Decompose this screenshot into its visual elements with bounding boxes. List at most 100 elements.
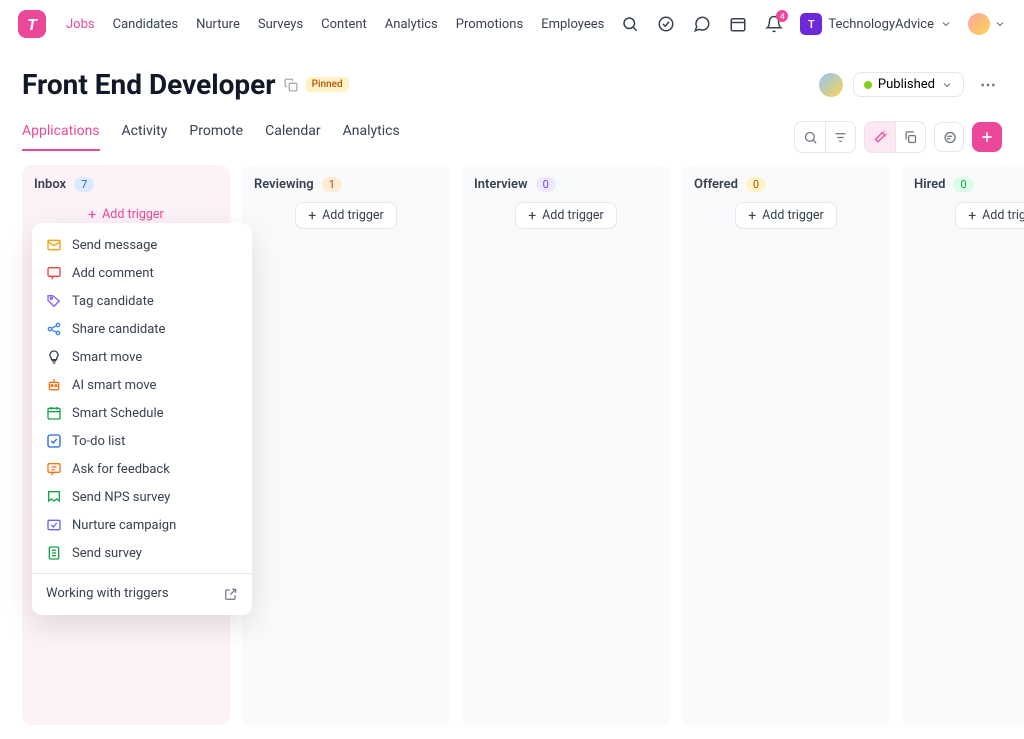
robot-icon xyxy=(46,377,62,393)
trigger-option-send-nps-survey[interactable]: Send NPS survey xyxy=(32,483,252,511)
add-trigger-button[interactable]: +Add trigger xyxy=(735,202,837,229)
tool-group-mid xyxy=(864,121,926,153)
nav-link-promotions[interactable]: Promotions xyxy=(456,17,523,32)
trigger-option-label: Tag candidate xyxy=(72,294,154,309)
add-trigger-button[interactable]: + Add trigger xyxy=(955,202,1024,229)
filter-button[interactable] xyxy=(825,122,855,152)
notifications-icon[interactable]: 4 xyxy=(764,14,784,34)
nav-link-employees[interactable]: Employees xyxy=(541,17,604,32)
magic-wand-button[interactable] xyxy=(865,122,895,152)
column-header: Hired 0 xyxy=(914,177,1024,192)
feedback-icon xyxy=(46,461,62,477)
trigger-option-label: AI smart move xyxy=(72,378,156,393)
workspace-name: TechnologyAdvice xyxy=(828,17,934,32)
collaborator-avatar[interactable] xyxy=(819,73,843,97)
plus-icon: + xyxy=(968,209,976,223)
duplicate-button[interactable] xyxy=(895,122,925,152)
chevron-down-icon xyxy=(940,18,952,30)
plus-icon: + xyxy=(308,209,316,223)
nav-link-nurture[interactable]: Nurture xyxy=(196,17,240,32)
chevron-down-icon xyxy=(941,79,953,91)
topbar-right: 4 T TechnologyAdvice xyxy=(620,13,1006,35)
trigger-option-label: Add comment xyxy=(72,266,154,281)
chevron-down-icon xyxy=(994,18,1006,30)
add-trigger-label: Add trigger xyxy=(542,208,604,223)
trigger-option-to-do-list[interactable]: To-do list xyxy=(32,427,252,455)
add-trigger-button[interactable]: + Add trigger xyxy=(515,202,617,229)
share-icon xyxy=(46,321,62,337)
board-column-hired: Hired 0 + Add trigger xyxy=(902,165,1024,725)
nav-link-content[interactable]: Content xyxy=(321,17,367,32)
add-trigger-button[interactable]: +Add trigger xyxy=(295,202,397,229)
tab-applications[interactable]: Applications xyxy=(22,123,100,151)
trigger-option-tag-candidate[interactable]: Tag candidate xyxy=(32,287,252,315)
board-column-reviewing: Reviewing1+Add trigger xyxy=(242,165,450,725)
plus-icon: + xyxy=(88,208,96,222)
search-icon[interactable] xyxy=(620,14,640,34)
add-button[interactable] xyxy=(972,122,1002,152)
nav-link-jobs[interactable]: Jobs xyxy=(66,17,95,32)
trigger-dropdown: Send message Add comment Tag candidate Shar… xyxy=(32,223,252,615)
main-nav: Jobs Candidates Nurture Surveys Content Analy… xyxy=(66,17,604,32)
nav-link-analytics[interactable]: Analytics xyxy=(385,17,438,32)
app-logo[interactable]: T xyxy=(18,10,46,38)
tool-group-left xyxy=(794,121,856,153)
board-column-offered: Offered0+Add trigger xyxy=(682,165,890,725)
trigger-option-smart-schedule[interactable]: Smart Schedule xyxy=(32,399,252,427)
trigger-option-label: To-do list xyxy=(72,434,125,449)
trigger-option-send-message[interactable]: Send message xyxy=(32,231,252,259)
page-title: Front End Developer xyxy=(22,68,276,101)
trigger-option-label: Smart move xyxy=(72,350,142,365)
trigger-option-label: Send survey xyxy=(72,546,142,561)
tabs: Applications Activity Promote Calendar Analy… xyxy=(22,123,400,151)
trigger-option-add-comment[interactable]: Add comment xyxy=(32,259,252,287)
more-menu-button[interactable]: ⋯ xyxy=(974,75,1002,94)
header-right: Published ⋯ xyxy=(819,72,1002,97)
publish-status-label: Published xyxy=(878,77,935,92)
user-menu[interactable] xyxy=(968,13,1006,35)
bulb-icon xyxy=(46,349,62,365)
search-button[interactable] xyxy=(795,122,825,152)
publish-status-button[interactable]: Published xyxy=(853,72,964,97)
trigger-help-link[interactable]: Working with triggers xyxy=(32,580,252,607)
calendar-icon[interactable] xyxy=(728,14,748,34)
add-trigger-label: Add trigger xyxy=(102,207,164,222)
tab-analytics[interactable]: Analytics xyxy=(343,123,400,151)
trigger-option-smart-move[interactable]: Smart move xyxy=(32,343,252,371)
user-avatar xyxy=(968,13,990,35)
chat-icon[interactable] xyxy=(692,14,712,34)
column-title: Hired xyxy=(914,177,945,192)
workspace-switcher[interactable]: T TechnologyAdvice xyxy=(800,13,952,35)
trigger-option-label: Send NPS survey xyxy=(72,490,170,505)
trigger-help-label: Working with triggers xyxy=(46,586,169,601)
nav-link-candidates[interactable]: Candidates xyxy=(113,17,178,32)
trigger-option-nurture-campaign[interactable]: Nurture campaign xyxy=(32,511,252,539)
nav-link-surveys[interactable]: Surveys xyxy=(258,17,303,32)
board-column-interview: Interview 0 + Add trigger xyxy=(462,165,670,725)
kanban-board: Inbox7+Add triggerSend messageAdd commen… xyxy=(0,153,1024,737)
check-icon xyxy=(46,433,62,449)
comments-button[interactable] xyxy=(934,122,964,152)
tag-icon xyxy=(46,293,62,309)
column-count: 0 xyxy=(953,177,973,192)
survey-icon xyxy=(46,489,62,505)
trigger-option-share-candidate[interactable]: Share candidate xyxy=(32,315,252,343)
external-link-icon xyxy=(224,587,238,601)
add-trigger-label: Add trigger xyxy=(982,208,1024,223)
trigger-option-label: Send message xyxy=(72,238,157,253)
tab-promote[interactable]: Promote xyxy=(189,123,243,151)
approve-icon[interactable] xyxy=(656,14,676,34)
subnav-tools xyxy=(794,121,1002,153)
pinned-badge: Pinned xyxy=(306,77,349,92)
column-title: Interview xyxy=(474,177,528,192)
copy-icon[interactable] xyxy=(284,78,298,92)
trigger-option-ask-for-feedback[interactable]: Ask for feedback xyxy=(32,455,252,483)
tab-activity[interactable]: Activity xyxy=(122,123,168,151)
column-count: 0 xyxy=(536,177,556,192)
trigger-option-send-survey[interactable]: Send survey xyxy=(32,539,252,567)
plus-icon: + xyxy=(528,209,536,223)
comment-icon xyxy=(46,265,62,281)
column-count: 0 xyxy=(746,177,766,192)
trigger-option-ai-smart-move[interactable]: AI smart move xyxy=(32,371,252,399)
tab-calendar[interactable]: Calendar xyxy=(265,123,321,151)
